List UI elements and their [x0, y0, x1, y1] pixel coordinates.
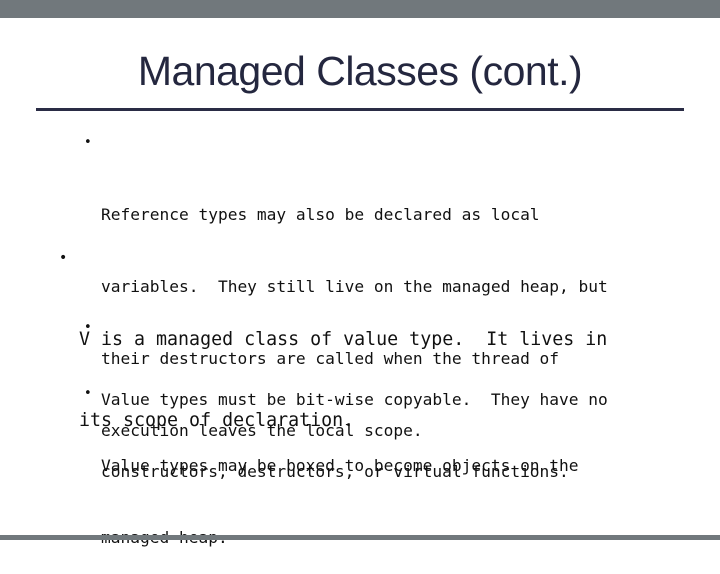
- bottom-frame-bar: [0, 535, 720, 540]
- bullet-line: Reference types may also be declared as …: [101, 205, 540, 224]
- bullet-boxing: • Value types may be boxed to become obj…: [84, 382, 579, 574]
- bullet-dot-icon: •: [84, 320, 92, 335]
- title-underline: [36, 108, 684, 111]
- top-frame-bar: [0, 0, 720, 18]
- slide-title: Managed Classes (cont.): [137, 48, 583, 94]
- bullet-line: Value types may be boxed to become objec…: [101, 456, 579, 475]
- bullet-dot-icon: •: [59, 250, 68, 266]
- bullet-dot-icon: •: [84, 135, 92, 150]
- bullet-dot-icon: •: [84, 386, 92, 401]
